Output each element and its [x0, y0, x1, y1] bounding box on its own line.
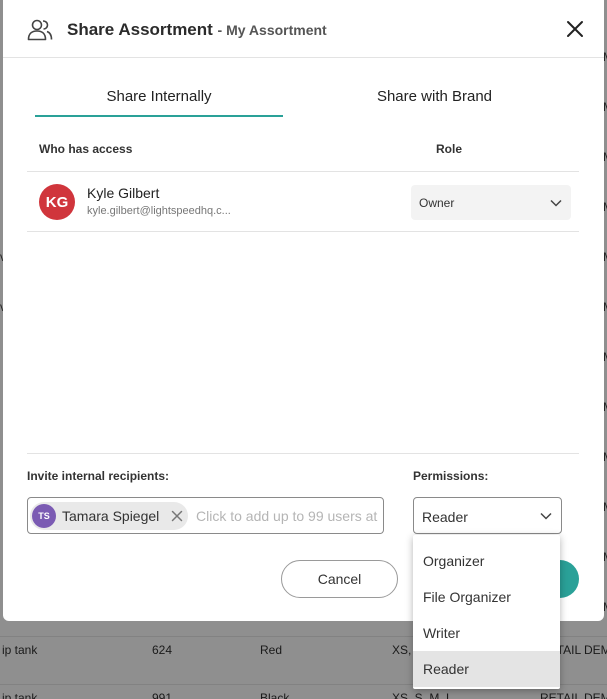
column-header-role: Role — [436, 142, 463, 156]
role-select[interactable]: Owner — [411, 185, 571, 220]
chevron-down-icon — [540, 512, 552, 520]
share-assortment-modal: Share Assortment - My Assortment Share I… — [3, 0, 604, 621]
active-tab-indicator — [35, 115, 283, 117]
chip-name: Tamara Spiegel — [62, 508, 160, 524]
invite-placeholder: Click to add up to 99 users at — [196, 508, 378, 524]
menu-item-organizer[interactable]: Organizer — [413, 543, 560, 579]
divider — [27, 171, 579, 172]
role-value: Owner — [419, 196, 455, 210]
cell-color: Red — [260, 643, 283, 657]
menu-item-writer[interactable]: Writer — [413, 615, 560, 651]
cell-color: Black — [260, 691, 290, 699]
cancel-button[interactable]: Cancel — [281, 560, 398, 598]
cell-name: ip tank — [2, 643, 38, 657]
permissions-value: Reader — [422, 509, 468, 525]
cell-style: 624 — [152, 643, 173, 657]
cell-size: XS, S, M, L — [392, 691, 453, 699]
cell-name: ip tank — [2, 691, 38, 699]
invite-recipients-input[interactable]: TS Tamara Spiegel Click to add up to 99 … — [27, 497, 384, 534]
user-name: Kyle Gilbert — [87, 185, 160, 201]
invite-label: Invite internal recipients: — [27, 469, 170, 483]
permissions-select[interactable]: Reader — [413, 497, 562, 534]
chevron-down-icon — [550, 199, 562, 207]
remove-chip-icon[interactable] — [171, 510, 183, 522]
permissions-menu: Organizer File Organizer Writer Reader — [413, 535, 560, 689]
menu-item-reader[interactable]: Reader — [413, 651, 560, 687]
users-icon — [27, 19, 53, 41]
modal-header: Share Assortment - My Assortment — [3, 0, 604, 58]
modal-title: Share Assortment - My Assortment — [67, 20, 327, 40]
tab-share-with-brand[interactable]: Share with Brand — [303, 88, 566, 105]
divider — [27, 453, 579, 454]
permissions-label: Permissions: — [413, 469, 489, 483]
menu-item-file-organizer[interactable]: File Organizer — [413, 579, 560, 615]
user-email: kyle.gilbert@lightspeedhq.c... — [87, 205, 231, 217]
cell-style: 991 — [152, 691, 173, 699]
divider — [27, 231, 579, 232]
title-main: Share Assortment — [67, 20, 213, 39]
chip-avatar: TS — [32, 504, 56, 528]
column-header-who: Who has access — [39, 142, 133, 156]
avatar: KG — [39, 184, 75, 220]
close-icon[interactable] — [566, 20, 584, 38]
title-subtitle: - My Assortment — [217, 22, 327, 38]
cell-price: RETAIL DEM — [540, 691, 607, 699]
tab-share-internally[interactable]: Share Internally — [35, 88, 283, 105]
recipient-chip: TS Tamara Spiegel — [30, 502, 188, 530]
